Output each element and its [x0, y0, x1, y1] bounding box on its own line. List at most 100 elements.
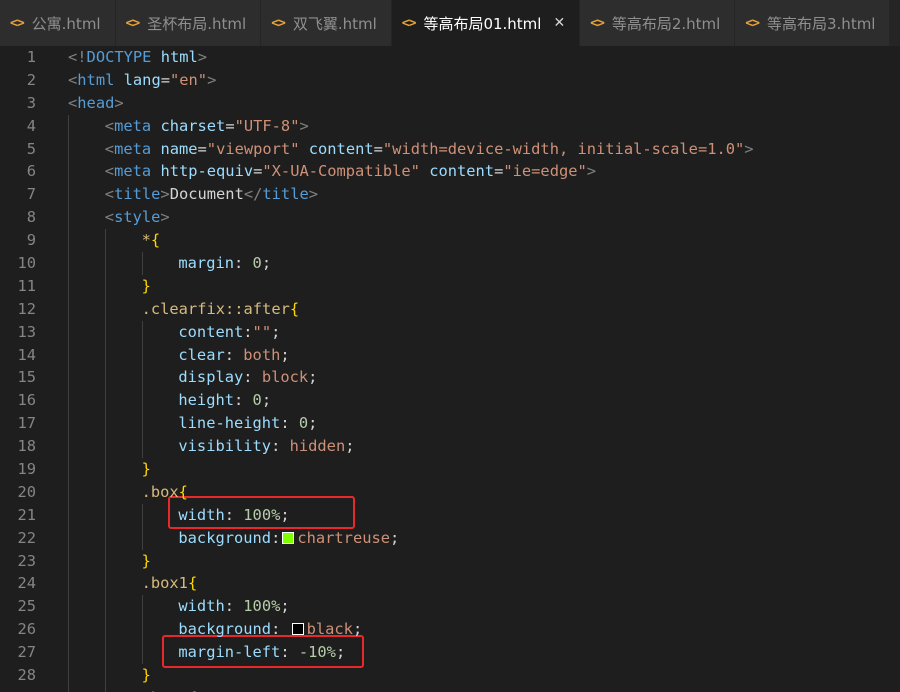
code-line[interactable]: 6 <meta http-equiv="X-UA-Compatible" cont…: [0, 160, 900, 184]
code-text: .box2{: [142, 687, 198, 692]
line-number: 27: [17, 643, 36, 662]
indent-guide: [68, 297, 69, 321]
code-text: <meta name="viewport" content="width=dev…: [105, 138, 754, 161]
indent-guide: [104, 320, 106, 344]
color-swatch[interactable]: [291, 623, 304, 636]
code-token: DOCTYPE: [86, 48, 152, 66]
tab-equal-height-01[interactable]: <> 等高布局01.html ✕: [391, 0, 581, 46]
code-token: >: [586, 162, 597, 181]
code-line[interactable]: 15 display: block;: [0, 366, 900, 390]
line-number: 29: [0, 687, 36, 692]
code-line[interactable]: 7 <title>Document</title>: [0, 183, 900, 207]
code-line[interactable]: 25 width: 100%;: [0, 595, 900, 619]
code-line[interactable]: 16 height: 0;: [0, 389, 900, 413]
code-line[interactable]: 20 .box{: [0, 480, 900, 504]
indent-guide: [68, 458, 69, 481]
tab-gongyu[interactable]: <> 公寓.html: [0, 0, 116, 46]
code-line[interactable]: 1 <!DOCTYPE html>: [0, 46, 900, 69]
code-token: :: [271, 528, 281, 547]
code-line[interactable]: 27 margin-left: -10%;: [0, 641, 900, 665]
line-number: 21: [17, 505, 36, 524]
code-token: :: [243, 368, 262, 387]
code-line[interactable]: 24 .box1{: [0, 572, 900, 596]
code-line[interactable]: 18 visibility: hidden;: [0, 435, 900, 459]
indent-guide: [104, 366, 106, 390]
code-line[interactable]: 13 content:"";: [0, 320, 900, 344]
code-line[interactable]: 4 <meta charset="UTF-8">: [0, 114, 900, 138]
html-file-icon: <>: [745, 15, 760, 31]
code-token: <!: [68, 48, 87, 66]
tab-equal-height-2[interactable]: <> 等高布局2.html: [580, 0, 736, 46]
code-line[interactable]: 3 <head>: [0, 92, 900, 115]
indent-guide: [68, 664, 69, 687]
indent-guide: [141, 252, 143, 275]
tab-holy-grail[interactable]: <> 圣杯布局.html: [115, 0, 262, 46]
code-token: title: [262, 185, 309, 204]
code-text: }: [142, 550, 151, 573]
code-line[interactable]: 17 line-height: 0;: [0, 412, 900, 436]
code-line[interactable]: 2 <html lang="en">: [0, 69, 900, 92]
code-line[interactable]: 10 margin: 0;: [0, 252, 900, 275]
code-token: :: [243, 322, 253, 341]
line-number: 15: [17, 368, 36, 387]
indent-guide: [141, 641, 143, 665]
code-token: =: [373, 139, 383, 158]
code-token: both: [243, 345, 281, 364]
indent-guide: [68, 412, 69, 436]
code-token: ;: [345, 437, 355, 456]
code-token: <: [68, 93, 78, 112]
code-line[interactable]: 21 width: 100%;: [0, 503, 900, 527]
code-token: charset: [160, 116, 226, 135]
indent-guide: [68, 618, 69, 642]
tab-equal-height-3[interactable]: <> 等高布局3.html: [735, 0, 891, 46]
code-token: chartreuse: [297, 528, 391, 547]
line-number: 16: [17, 391, 36, 410]
code-line[interactable]: 19}: [0, 458, 900, 481]
code-text: *{: [142, 229, 161, 252]
code-token: ;: [261, 254, 272, 273]
code-line[interactable]: 28}: [0, 664, 900, 687]
code-line[interactable]: 12 .clearfix::after{: [0, 297, 900, 321]
indent-guide: [68, 595, 69, 619]
tab-double-wing[interactable]: <> 双飞翼.html: [261, 0, 392, 46]
indent-guide: [104, 480, 106, 504]
code-token: >: [160, 208, 170, 227]
code-token: meta: [114, 139, 152, 158]
code-line[interactable]: 26 background: black;: [0, 618, 900, 642]
code-line[interactable]: 29 .box2{: [0, 686, 900, 692]
code-line[interactable]: 23}: [0, 549, 900, 573]
code-token: <: [104, 208, 115, 227]
indent-guide: [141, 389, 143, 413]
code-text: .box{: [142, 481, 188, 504]
code-token: =: [494, 162, 504, 181]
code-line[interactable]: 11}: [0, 274, 900, 298]
line-number: 19: [17, 460, 36, 479]
close-icon[interactable]: ✕: [553, 15, 565, 31]
code-token: ;: [335, 643, 346, 662]
code-line[interactable]: 14 clear: both;: [0, 343, 900, 367]
color-swatch[interactable]: [282, 531, 295, 544]
indent-guide: [141, 366, 143, 390]
indent-guide: [104, 595, 106, 619]
line-number: 14: [17, 345, 36, 364]
code-token: content: [178, 322, 244, 341]
code-text: line-height: 0;: [178, 412, 317, 435]
line-number: 28: [17, 666, 36, 685]
code-line[interactable]: 5 <meta name="viewport" content="width=de…: [0, 137, 900, 161]
line-number: 5: [26, 139, 36, 158]
code-token: :: [224, 345, 244, 364]
indent-guide: [68, 206, 69, 230]
code-token: 100%: [243, 597, 281, 616]
line-number: 4: [26, 116, 36, 135]
code-token: margin-left: [178, 643, 281, 662]
code-line[interactable]: 22 background: chartreuse;: [0, 526, 900, 550]
code-line[interactable]: 9 *{: [0, 229, 900, 253]
code-token: }: [141, 276, 151, 295]
indent-guide: [104, 664, 106, 687]
code-text: background: black;: [178, 618, 362, 641]
code-token: width: [178, 597, 225, 616]
code-area[interactable]: 1 <!DOCTYPE html> 2 <html lang="en"> 3 <head>…: [0, 46, 900, 692]
code-line[interactable]: 8 <style>: [0, 206, 900, 230]
